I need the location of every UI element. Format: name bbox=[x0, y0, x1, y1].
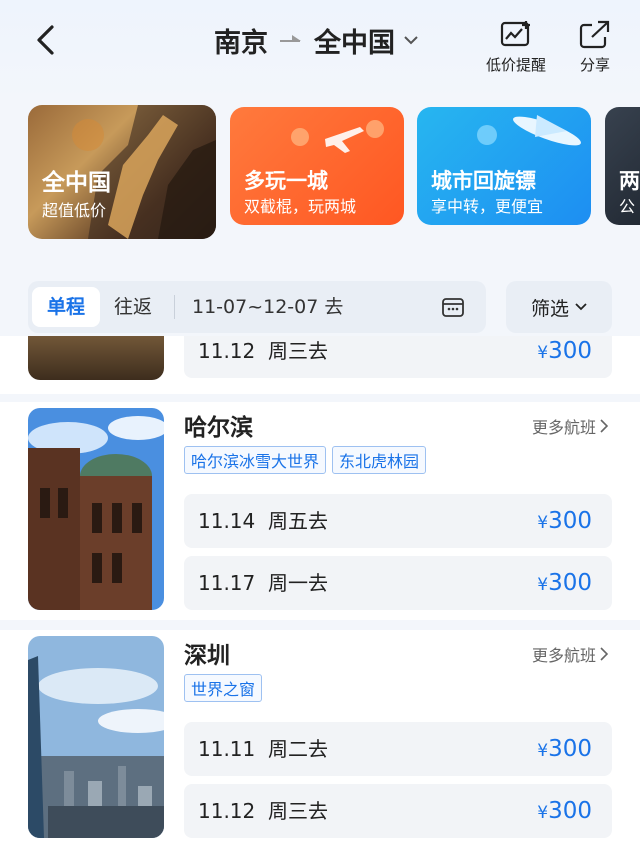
chevron-right-icon bbox=[600, 419, 608, 433]
flight-date: 11.17 周一去 bbox=[198, 571, 328, 595]
promo-subtitle: 享中转，更便宜 bbox=[431, 197, 544, 216]
chevron-right-icon bbox=[600, 647, 608, 661]
attraction-tag: 世界之窗 bbox=[184, 674, 263, 702]
tab-round-trip[interactable]: 往返 bbox=[114, 287, 170, 327]
flight-row[interactable]: 11.12 周三去 ¥300 bbox=[184, 336, 612, 378]
more-flights-link[interactable]: 更多航班 bbox=[532, 414, 608, 438]
promo-card-two-cities[interactable]: 多玩一城 双截棍，玩两城 bbox=[230, 107, 404, 225]
attraction-tag: 东北虎林园 bbox=[332, 446, 427, 474]
attraction-tags: 世界之窗 bbox=[184, 674, 263, 702]
destination-city: 全中国 bbox=[314, 27, 395, 59]
airplane-icon bbox=[477, 115, 581, 146]
promo-title: 两 bbox=[619, 169, 640, 193]
flight-row[interactable]: 11.14 周五去 ¥300 bbox=[184, 494, 612, 548]
city-photo bbox=[28, 336, 164, 380]
flight-price: ¥300 bbox=[537, 338, 592, 364]
city-name: 深圳 bbox=[184, 643, 230, 669]
route-arrow-icon bbox=[280, 35, 301, 42]
flight-row[interactable]: 11.11 周二去 ¥300 bbox=[184, 722, 612, 776]
destination-card: 深圳 更多航班 世界之窗 11.11 周二去 ¥300 11.12 周三去 ¥3… bbox=[0, 630, 640, 855]
price-alert-button[interactable]: 低价提醒 bbox=[486, 20, 546, 75]
origin-city: 南京 bbox=[214, 27, 268, 59]
promo-card-boomerang[interactable]: 城市回旋镖 享中转，更便宜 bbox=[417, 107, 591, 225]
city-name: 哈尔滨 bbox=[184, 415, 253, 441]
back-icon[interactable] bbox=[28, 22, 64, 58]
share-button[interactable]: 分享 bbox=[578, 20, 612, 75]
flight-date: 11.12 周三去 bbox=[198, 799, 328, 823]
share-label: 分享 bbox=[579, 56, 610, 74]
top-bar: 南京 全中国 低价提醒 分享 bbox=[0, 0, 640, 100]
attraction-tags: 哈尔滨冰雪大世界 东北虎林园 bbox=[184, 446, 427, 474]
promo-title: 全中国 bbox=[42, 170, 111, 196]
flight-date: 11.11 周二去 bbox=[198, 737, 328, 761]
flight-row[interactable]: 11.17 周一去 ¥300 bbox=[184, 556, 612, 610]
harbin-photo bbox=[28, 408, 164, 610]
price-alert-label: 低价提醒 bbox=[486, 56, 547, 74]
promo-subtitle: 超值低价 bbox=[42, 201, 107, 220]
flight-date: 11.12 周三去 bbox=[198, 339, 328, 363]
destination-card: 哈尔滨 更多航班 哈尔滨冰雪大世界 东北虎林园 11.14 周五去 ¥300 1… bbox=[0, 402, 640, 620]
divider bbox=[174, 295, 175, 319]
promo-card-partial[interactable]: 两 公 bbox=[605, 107, 640, 225]
route-selector[interactable]: 南京 全中国 bbox=[214, 20, 419, 60]
promo-subtitle: 公 bbox=[619, 197, 636, 216]
flight-price: ¥300 bbox=[537, 736, 592, 762]
filter-button[interactable]: 筛选 bbox=[506, 281, 612, 333]
promo-subtitle: 双截棍，玩两城 bbox=[244, 197, 357, 216]
price-alert-icon bbox=[500, 21, 530, 47]
tab-one-way[interactable]: 单程 bbox=[32, 287, 100, 327]
chevron-down-icon bbox=[575, 303, 587, 311]
promo-card-all-china[interactable]: 全中国 超值低价 bbox=[28, 105, 216, 239]
promo-cards: 全中国 超值低价 多玩一城 双截棍，玩两城 城市回旋镖 享中转，更便宜 两 公 bbox=[28, 105, 640, 240]
date-range-selector[interactable]: 11-07~12-07 去 bbox=[192, 287, 343, 327]
calendar-icon[interactable] bbox=[442, 297, 464, 317]
chevron-down-icon bbox=[404, 36, 418, 45]
attraction-tag: 哈尔滨冰雪大世界 bbox=[184, 446, 327, 474]
promo-title: 城市回旋镖 bbox=[431, 169, 536, 193]
share-icon bbox=[579, 20, 610, 49]
flight-row[interactable]: 11.12 周三去 ¥300 bbox=[184, 784, 612, 838]
more-flights-link[interactable]: 更多航班 bbox=[532, 642, 608, 666]
flight-price: ¥300 bbox=[537, 570, 592, 596]
promo-title: 多玩一城 bbox=[244, 169, 328, 193]
destination-list: 11.12 周三去 ¥300 哈尔滨 更多航班 哈尔滨冰雪大世界 东北虎林园 1… bbox=[0, 336, 640, 855]
trip-type-bar: 单程 往返 11-07~12-07 去 bbox=[28, 281, 486, 333]
plane-pin-icon bbox=[291, 120, 384, 153]
flight-price: ¥300 bbox=[537, 508, 592, 534]
flight-date: 11.14 周五去 bbox=[198, 509, 328, 533]
destination-card: 11.12 周三去 ¥300 bbox=[0, 336, 640, 394]
filter-label: 筛选 bbox=[530, 297, 569, 320]
shenzhen-photo bbox=[28, 636, 164, 838]
flight-price: ¥300 bbox=[537, 798, 592, 824]
